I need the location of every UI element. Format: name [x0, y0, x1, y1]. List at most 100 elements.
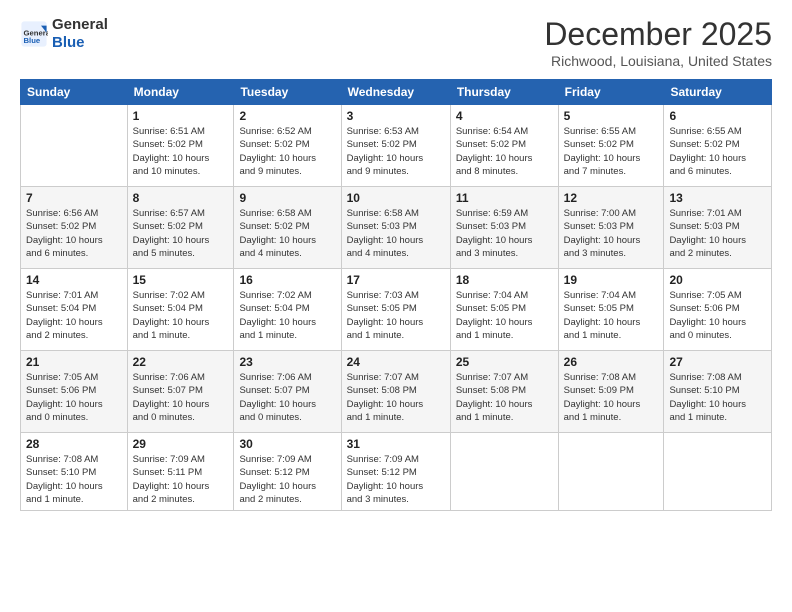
table-row: 28 Sunrise: 7:08 AMSunset: 5:10 PMDayligh… — [21, 433, 128, 511]
calendar-week-row: 21Sunrise: 7:05 AMSunset: 5:06 PMDayligh… — [21, 351, 772, 433]
table-row: 21Sunrise: 7:05 AMSunset: 5:06 PMDayligh… — [21, 351, 128, 433]
day-number: 8 — [133, 191, 229, 205]
day-number: 22 — [133, 355, 229, 369]
day-number: 11 — [456, 191, 553, 205]
logo-text: General Blue — [52, 16, 108, 52]
day-number: 20 — [669, 273, 766, 287]
day-number: 15 — [133, 273, 229, 287]
table-row — [664, 433, 772, 511]
title-block: December 2025 Richwood, Louisiana, Unite… — [544, 16, 772, 69]
day-info: Sunrise: 7:06 AMSunset: 5:07 PMDaylight:… — [239, 371, 335, 424]
table-row: 3Sunrise: 6:53 AMSunset: 5:02 PMDaylight… — [341, 105, 450, 187]
page: General Blue General Blue December 2025 … — [0, 0, 792, 612]
day-number: 19 — [564, 273, 659, 287]
day-number: 24 — [347, 355, 445, 369]
calendar-week-row: 1 Sunrise: 6:51 AMSunset: 5:02 PMDaylight… — [21, 105, 772, 187]
day-info: Sunrise: 7:08 AMSunset: 5:10 PMDaylight:… — [669, 371, 766, 424]
day-number: 14 — [26, 273, 122, 287]
day-info: Sunrise: 7:04 AMSunset: 5:05 PMDaylight:… — [456, 289, 553, 342]
svg-text:Blue: Blue — [24, 36, 41, 45]
table-row — [21, 105, 128, 187]
day-number: 29 — [133, 437, 229, 451]
table-row: 13 Sunrise: 7:01 AMSunset: 5:03 PMDayligh… — [664, 187, 772, 269]
table-row: 16 Sunrise: 7:02 AMSunset: 5:04 PMDayligh… — [234, 269, 341, 351]
table-row — [450, 433, 558, 511]
table-row: 5 Sunrise: 6:55 AMSunset: 5:02 PMDaylight… — [558, 105, 664, 187]
day-number: 1 — [133, 109, 229, 123]
table-row: 8 Sunrise: 6:57 AMSunset: 5:02 PMDaylight… — [127, 187, 234, 269]
day-number: 23 — [239, 355, 335, 369]
table-row: 1 Sunrise: 6:51 AMSunset: 5:02 PMDaylight… — [127, 105, 234, 187]
day-info: Sunrise: 6:55 AMSunset: 5:02 PMDaylight:… — [669, 125, 766, 178]
logo-general: General — [52, 16, 108, 33]
day-number: 25 — [456, 355, 553, 369]
day-info: Sunrise: 7:07 AMSunset: 5:08 PMDaylight:… — [347, 371, 445, 424]
day-info: Sunrise: 7:06 AMSunset: 5:07 PMDaylight:… — [133, 371, 229, 424]
table-row: 15Sunrise: 7:02 AMSunset: 5:04 PMDayligh… — [127, 269, 234, 351]
table-row: 19Sunrise: 7:04 AMSunset: 5:05 PMDayligh… — [558, 269, 664, 351]
header-tuesday: Tuesday — [234, 80, 341, 105]
day-number: 31 — [347, 437, 445, 451]
day-number: 28 — [26, 437, 122, 451]
day-info: Sunrise: 7:07 AMSunset: 5:08 PMDaylight:… — [456, 371, 553, 424]
table-row: 22 Sunrise: 7:06 AMSunset: 5:07 PMDayligh… — [127, 351, 234, 433]
day-info: Sunrise: 7:01 AMSunset: 5:03 PMDaylight:… — [669, 207, 766, 260]
header: General Blue General Blue December 2025 … — [20, 16, 772, 69]
day-info: Sunrise: 6:51 AMSunset: 5:02 PMDaylight:… — [133, 125, 229, 178]
day-number: 27 — [669, 355, 766, 369]
table-row: 29 Sunrise: 7:09 AMSunset: 5:11 PMDayligh… — [127, 433, 234, 511]
day-number: 26 — [564, 355, 659, 369]
table-row: 24 Sunrise: 7:07 AMSunset: 5:08 PMDayligh… — [341, 351, 450, 433]
day-number: 2 — [239, 109, 335, 123]
table-row: 25 Sunrise: 7:07 AMSunset: 5:08 PMDayligh… — [450, 351, 558, 433]
day-number: 30 — [239, 437, 335, 451]
table-row: 17Sunrise: 7:03 AMSunset: 5:05 PMDayligh… — [341, 269, 450, 351]
day-info: Sunrise: 6:55 AMSunset: 5:02 PMDaylight:… — [564, 125, 659, 178]
day-info: Sunrise: 6:54 AMSunset: 5:02 PMDaylight:… — [456, 125, 553, 178]
header-sunday: Sunday — [21, 80, 128, 105]
day-info: Sunrise: 6:56 AMSunset: 5:02 PMDaylight:… — [26, 207, 122, 260]
day-number: 5 — [564, 109, 659, 123]
day-number: 16 — [239, 273, 335, 287]
table-row: 2 Sunrise: 6:52 AMSunset: 5:02 PMDaylight… — [234, 105, 341, 187]
day-info: Sunrise: 7:05 AMSunset: 5:06 PMDaylight:… — [669, 289, 766, 342]
header-wednesday: Wednesday — [341, 80, 450, 105]
day-number: 9 — [239, 191, 335, 205]
header-thursday: Thursday — [450, 80, 558, 105]
header-monday: Monday — [127, 80, 234, 105]
logo-icon: General Blue — [20, 20, 48, 48]
table-row: 26Sunrise: 7:08 AMSunset: 5:09 PMDayligh… — [558, 351, 664, 433]
calendar: Sunday Monday Tuesday Wednesday Thursday… — [20, 79, 772, 511]
table-row: 31Sunrise: 7:09 AMSunset: 5:12 PMDayligh… — [341, 433, 450, 511]
day-number: 21 — [26, 355, 122, 369]
day-number: 17 — [347, 273, 445, 287]
table-row: 20 Sunrise: 7:05 AMSunset: 5:06 PMDayligh… — [664, 269, 772, 351]
table-row: 10 Sunrise: 6:58 AMSunset: 5:03 PMDayligh… — [341, 187, 450, 269]
header-saturday: Saturday — [664, 80, 772, 105]
table-row: 30 Sunrise: 7:09 AMSunset: 5:12 PMDayligh… — [234, 433, 341, 511]
day-info: Sunrise: 7:08 AMSunset: 5:10 PMDaylight:… — [26, 453, 122, 506]
logo-blue: Blue — [52, 34, 85, 51]
calendar-week-row: 7Sunrise: 6:56 AMSunset: 5:02 PMDaylight… — [21, 187, 772, 269]
table-row — [558, 433, 664, 511]
day-number: 13 — [669, 191, 766, 205]
header-friday: Friday — [558, 80, 664, 105]
day-number: 12 — [564, 191, 659, 205]
day-info: Sunrise: 7:09 AMSunset: 5:11 PMDaylight:… — [133, 453, 229, 506]
day-info: Sunrise: 7:09 AMSunset: 5:12 PMDaylight:… — [239, 453, 335, 506]
day-info: Sunrise: 6:59 AMSunset: 5:03 PMDaylight:… — [456, 207, 553, 260]
day-info: Sunrise: 7:02 AMSunset: 5:04 PMDaylight:… — [239, 289, 335, 342]
day-number: 6 — [669, 109, 766, 123]
day-info: Sunrise: 6:57 AMSunset: 5:02 PMDaylight:… — [133, 207, 229, 260]
day-info: Sunrise: 6:58 AMSunset: 5:03 PMDaylight:… — [347, 207, 445, 260]
table-row: 9Sunrise: 6:58 AMSunset: 5:02 PMDaylight… — [234, 187, 341, 269]
day-info: Sunrise: 7:01 AMSunset: 5:04 PMDaylight:… — [26, 289, 122, 342]
day-info: Sunrise: 6:52 AMSunset: 5:02 PMDaylight:… — [239, 125, 335, 178]
table-row: 18Sunrise: 7:04 AMSunset: 5:05 PMDayligh… — [450, 269, 558, 351]
day-number: 10 — [347, 191, 445, 205]
table-row: 6 Sunrise: 6:55 AMSunset: 5:02 PMDaylight… — [664, 105, 772, 187]
day-number: 4 — [456, 109, 553, 123]
location: Richwood, Louisiana, United States — [544, 53, 772, 69]
table-row: 12Sunrise: 7:00 AMSunset: 5:03 PMDayligh… — [558, 187, 664, 269]
weekday-header-row: Sunday Monday Tuesday Wednesday Thursday… — [21, 80, 772, 105]
